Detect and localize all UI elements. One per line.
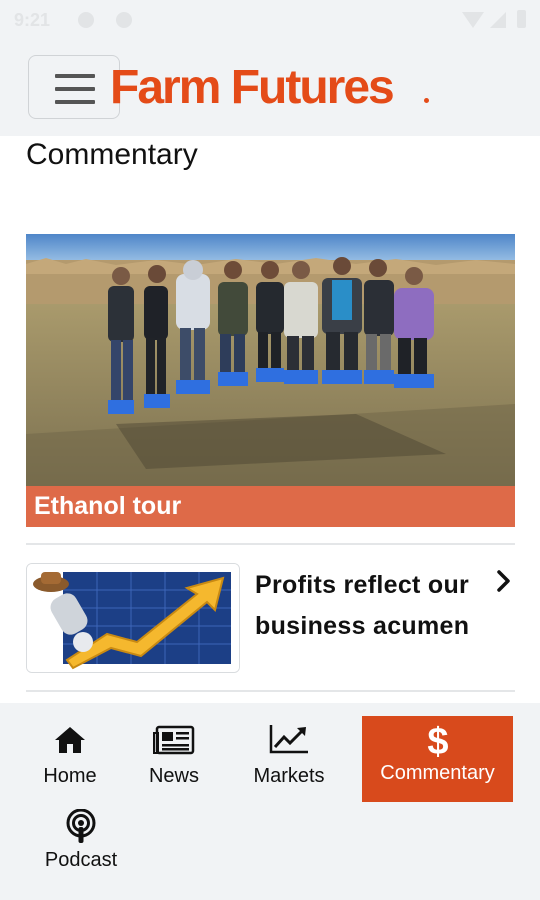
hamburger-icon (55, 100, 95, 104)
status-time: 9:21 (14, 10, 51, 30)
notification-icon (78, 12, 94, 28)
divider (26, 690, 515, 692)
home-icon (55, 727, 85, 753)
hamburger-icon (55, 87, 95, 91)
signal-icon (490, 12, 506, 28)
featured-caption: Ethanol tour (26, 486, 515, 527)
svg-text:$: $ (427, 722, 448, 760)
podcast-icon (66, 809, 96, 843)
bottom-nav: Home News Markets $ Commentary Podcast (0, 703, 540, 900)
chevron-right-icon (497, 570, 510, 592)
logo-trademark-dot (424, 98, 429, 103)
nav-markets[interactable]: Markets (244, 723, 334, 788)
app-logo[interactable]: Farm Futures (110, 64, 395, 112)
notification-icon (116, 12, 132, 28)
nav-home[interactable]: Home (30, 725, 110, 788)
app-header: Farm Futures (0, 40, 540, 136)
article-title-line: Profits reflect our (255, 571, 470, 599)
nav-label: Markets (253, 765, 325, 787)
nav-commentary[interactable]: $ Commentary (362, 716, 513, 802)
article-title: Profits reflect our business acumen (255, 565, 495, 647)
divider (26, 543, 515, 545)
nav-news[interactable]: News (134, 725, 214, 788)
hamburger-icon (55, 74, 95, 78)
nav-label: Home (43, 765, 97, 787)
featured-image (26, 234, 515, 486)
nav-label: News (148, 765, 199, 787)
newspaper-icon (153, 725, 195, 755)
featured-article[interactable]: Ethanol tour (26, 234, 515, 527)
battery-icon (517, 10, 526, 28)
nav-label: Commentary (380, 762, 495, 784)
status-bar: 9:21 (0, 0, 540, 40)
page-title: Commentary (26, 138, 198, 171)
nav-podcast[interactable]: Podcast (38, 809, 124, 872)
menu-button[interactable] (28, 55, 120, 119)
dollar-icon: $ (427, 722, 448, 760)
article-title-line: business acumen (255, 612, 470, 640)
chart-trend-icon (269, 725, 308, 754)
list-item[interactable]: Profits reflect our business acumen (26, 563, 515, 673)
article-thumbnail (26, 563, 240, 673)
nav-label: Podcast (44, 849, 118, 871)
wifi-icon (462, 12, 484, 28)
